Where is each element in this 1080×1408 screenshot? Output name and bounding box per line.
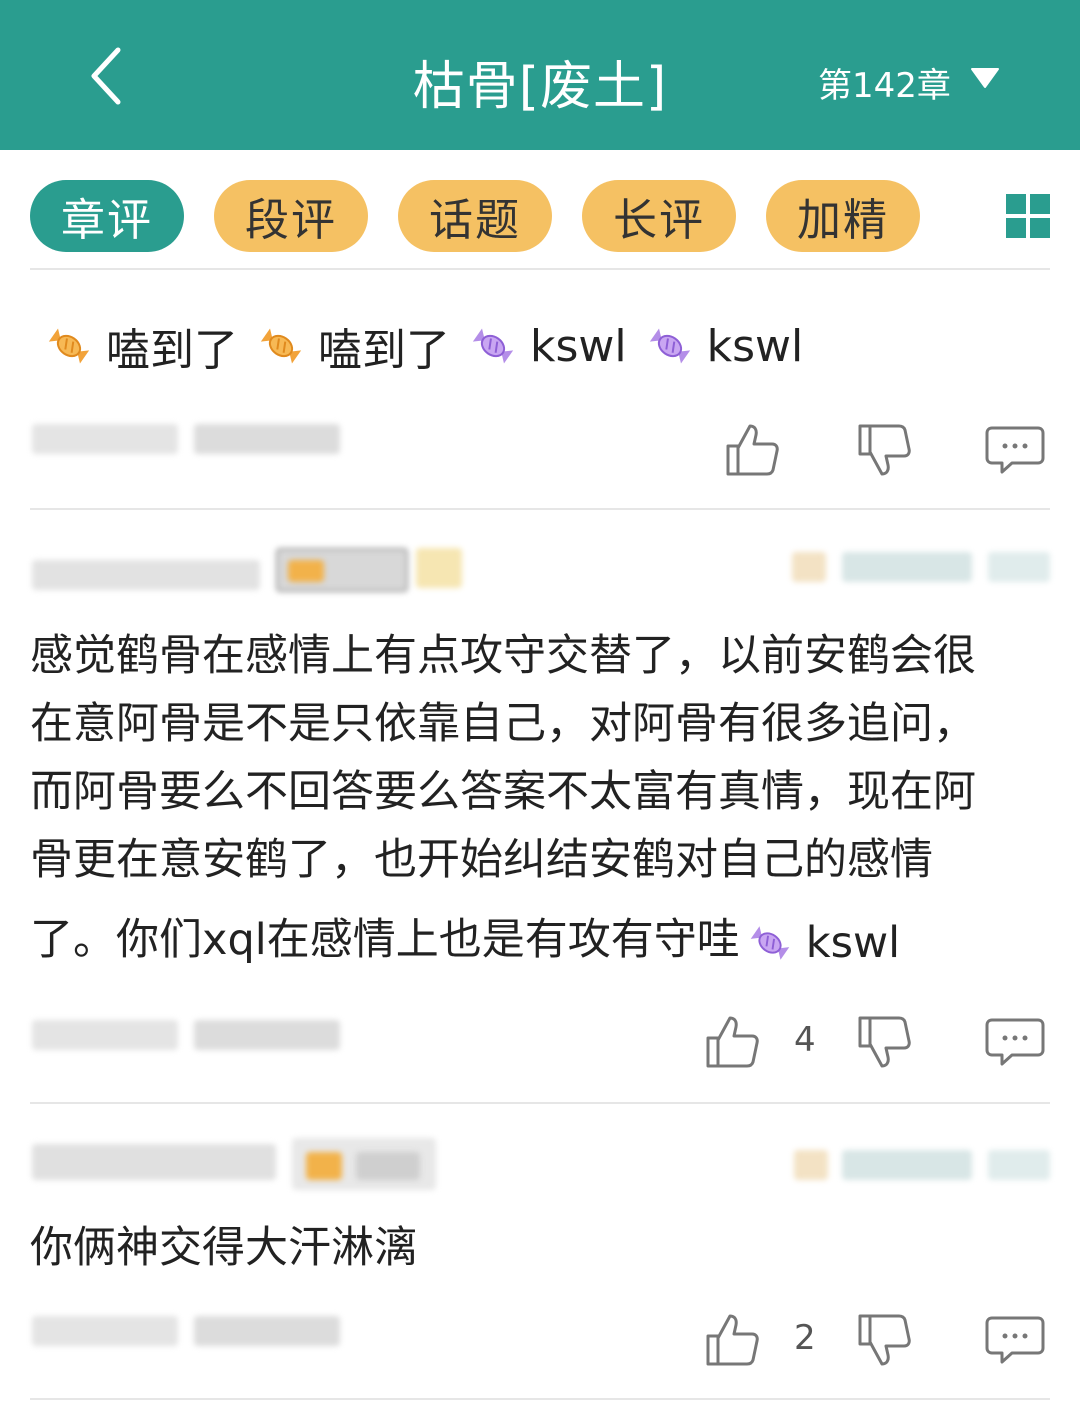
redacted-stat (792, 552, 826, 582)
comment-icon[interactable] (984, 1310, 1046, 1370)
divider (30, 268, 1050, 270)
comment-line-last: 了。你们xql在感情上也是有攻有守哇 kswl (30, 906, 1030, 977)
thumbs-up-icon[interactable] (722, 420, 782, 480)
chapter-selector[interactable]: 第142章 (818, 58, 951, 107)
grid-view-icon[interactable] (1006, 194, 1050, 238)
reaction-label: 嗑到了 (318, 325, 450, 376)
redacted-stat (842, 552, 972, 582)
reaction-label: 嗑到了 (106, 325, 238, 376)
candy-purple-icon (472, 328, 514, 364)
redacted-badge (416, 548, 462, 588)
divider (30, 508, 1050, 510)
divider (30, 1102, 1050, 1104)
reaction-chip[interactable]: kswl (748, 909, 900, 977)
tab-topics[interactable]: 话题 (398, 180, 552, 252)
comment-icon[interactable] (984, 420, 1046, 480)
candy-purple-icon (649, 328, 690, 364)
candy-purple-icon (750, 925, 789, 960)
redacted-username (32, 1144, 276, 1180)
reaction-label: kswl (530, 320, 627, 372)
thumbs-down-icon[interactable] (854, 1310, 914, 1370)
reaction-chip[interactable]: 嗑到了 (46, 314, 238, 378)
comment-line: 在意阿骨是不是只依靠自己，对阿骨有很多追问， (30, 699, 976, 749)
reaction-label: kswl (706, 320, 804, 372)
redacted-badge-color (306, 1152, 342, 1180)
thumbs-down-icon[interactable] (854, 420, 914, 480)
redacted-username (32, 1316, 178, 1346)
reaction-chip[interactable]: kswl (647, 320, 804, 372)
redacted-stat (988, 552, 1050, 582)
like-count: 2 (794, 1318, 816, 1358)
redacted-badge (356, 1152, 420, 1180)
comment-actions (722, 420, 1052, 480)
thumbs-up-icon[interactable] (702, 1012, 762, 1072)
thumbs-up-icon[interactable] (702, 1310, 762, 1370)
app-header: 枯骨[废土] 第142章 (0, 0, 1080, 150)
comment-line: 你俩神交得大汗淋漓 (30, 1223, 417, 1273)
candy-orange-icon (260, 328, 302, 364)
reaction-label: kswl (805, 917, 901, 968)
thumbs-down-icon[interactable] (854, 1012, 914, 1072)
reaction-chip[interactable]: kswl (470, 321, 627, 372)
redacted-username (32, 424, 178, 454)
redacted-timestamp (194, 1316, 340, 1346)
tab-long-reviews[interactable]: 长评 (582, 180, 736, 252)
divider (30, 1398, 1050, 1400)
tab-chapter-comments[interactable]: 章评 (30, 180, 184, 252)
comment-actions: 4 (702, 1012, 1052, 1072)
caret-down-icon[interactable] (970, 66, 1000, 90)
comment-actions: 2 (702, 1310, 1052, 1370)
redacted-stat (842, 1150, 972, 1180)
redacted-timestamp (194, 424, 340, 454)
redacted-username (32, 560, 260, 590)
tab-featured[interactable]: 加精 (766, 180, 920, 252)
comment-line: 骨更在意安鹤了，也开始纠结安鹤对自己的感情 (30, 835, 933, 885)
like-count: 4 (794, 1020, 816, 1060)
comment-line: 了。你们xql在感情上也是有攻有守哇 (30, 915, 740, 965)
filter-tabs: 章评 段评 话题 长评 加精 (0, 150, 1080, 270)
comment-body: 感觉鹤骨在感情上有点攻守交替了，以前安鹤会很 在意阿骨是不是只依靠自己，对阿骨有… (30, 622, 1030, 977)
comment-icon[interactable] (984, 1012, 1046, 1072)
reaction-row: 嗑到了 嗑到了 kswl kswl (46, 318, 823, 376)
chevron-left-icon[interactable] (78, 38, 138, 114)
candy-orange-icon (48, 328, 90, 364)
tab-paragraph-comments[interactable]: 段评 (214, 180, 368, 252)
comment-line: 感觉鹤骨在感情上有点攻守交替了，以前安鹤会很 (30, 631, 976, 681)
comment-line: 而阿骨要么不回答要么答案不太富有真情，现在阿 (30, 767, 976, 817)
redacted-badge-color (288, 560, 324, 582)
redacted-stat (794, 1150, 828, 1180)
redacted-username (32, 1020, 178, 1050)
redacted-timestamp (194, 1020, 340, 1050)
redacted-stat (988, 1150, 1050, 1180)
comment-body: 你俩神交得大汗淋漓 (30, 1214, 1030, 1282)
reaction-chip[interactable]: 嗑到了 (258, 314, 450, 378)
